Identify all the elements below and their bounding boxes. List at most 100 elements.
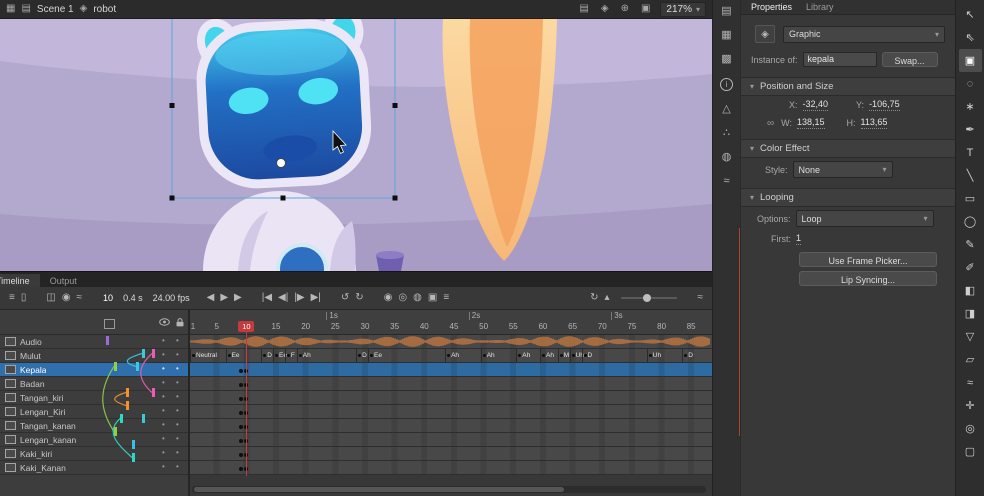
lock-icon[interactable] <box>175 318 185 327</box>
play-icon[interactable]: ▶ <box>217 293 231 303</box>
app-grid-icon[interactable]: ▦ <box>6 4 15 14</box>
frames-Tangan_kiri[interactable] <box>190 391 712 405</box>
insert-frame-icon[interactable]: ◫ <box>43 293 58 303</box>
rectangle-tool[interactable]: ▭ <box>959 187 982 210</box>
frames-Kepala[interactable] <box>190 363 712 377</box>
layer-Badan[interactable]: Badan • • <box>0 377 188 391</box>
text-tool[interactable]: T <box>959 141 982 164</box>
loop-range-icon[interactable]: ↻ <box>352 293 366 303</box>
lasso-tool[interactable]: ◌ <box>959 72 982 95</box>
selection-tool[interactable]: ↖ <box>959 3 982 26</box>
layer-visibility-dot[interactable]: • <box>162 392 165 401</box>
go-first-frame-icon[interactable]: |◀ <box>259 293 275 303</box>
layer-lock-dot[interactable]: • <box>176 336 179 345</box>
layer-lock-dot[interactable]: • <box>176 434 179 443</box>
frames-Kaki_Kanan[interactable] <box>190 461 712 475</box>
pen-tool[interactable]: ✒ <box>959 118 982 141</box>
layer-visibility-dot[interactable]: • <box>162 462 165 471</box>
mouth-pose-Ee[interactable]: Ee <box>226 349 240 362</box>
frames-Lengan_kanan[interactable] <box>190 433 712 447</box>
timeline-menu-icon[interactable]: ≡ <box>6 293 18 303</box>
info-panel-icon[interactable]: i <box>720 78 733 91</box>
fit-timeline-icon[interactable]: ≈ <box>695 293 707 303</box>
symbol-behavior-select[interactable]: Graphic ▾ <box>783 26 945 43</box>
onion-skin-toggle-icon[interactable]: ◉ <box>381 293 396 303</box>
layer-visibility-dot[interactable]: • <box>162 420 165 429</box>
mouth-pose-D[interactable]: D <box>582 349 593 362</box>
use-frame-picker-button[interactable]: Use Frame Picker... <box>799 252 937 267</box>
oval-tool[interactable]: ◯ <box>959 210 982 233</box>
timeline-horizontal-scrollbar[interactable] <box>192 486 706 493</box>
layer-Lengan_Kiri[interactable]: Lengan_Kiri • • <box>0 405 188 419</box>
breadcrumb-symbol[interactable]: robot <box>93 4 116 15</box>
eye-icon[interactable] <box>159 318 170 326</box>
mouth-pose-D[interactable]: D <box>356 349 367 362</box>
layer-visibility-dot[interactable]: • <box>162 336 165 345</box>
current-frame[interactable]: 10 <box>103 293 113 303</box>
ink-bottle-tool[interactable]: ◨ <box>959 302 982 325</box>
breadcrumb-scene[interactable]: Scene 1 <box>37 4 74 15</box>
edit-multiple-frames-icon[interactable]: ◍ <box>410 293 425 303</box>
layer-lock-dot[interactable]: • <box>176 392 179 401</box>
frame-view-icon[interactable]: ▣ <box>425 293 440 303</box>
mouth-pose-F[interactable]: F <box>285 349 295 362</box>
h-value[interactable]: 113,65 <box>861 117 888 129</box>
section-looping[interactable]: ▾ Looping <box>741 188 955 207</box>
brush-tool[interactable]: ✐ <box>959 256 982 279</box>
layer-lock-dot[interactable]: • <box>176 378 179 387</box>
frame-ruler[interactable]: 1s2s3s 151015202530354045505560657075808… <box>190 310 712 335</box>
keyframe[interactable] <box>239 467 243 471</box>
edit-scene-icon[interactable]: ▤ <box>579 4 588 14</box>
layer-lock-dot[interactable]: • <box>176 462 179 471</box>
mouth-pose-Ah[interactable]: Ah <box>516 349 530 362</box>
delete-layer-icon[interactable]: ▯ <box>18 293 30 303</box>
collapse-icon[interactable]: ▴ <box>601 293 612 303</box>
mouth-pose-Ee[interactable]: Ee <box>368 349 382 362</box>
hand-tool[interactable]: ✛ <box>959 394 982 417</box>
stats-panel-icon[interactable]: ≈ <box>723 176 729 187</box>
prev-keyframe-icon[interactable]: ◀| <box>275 293 291 303</box>
layer-lock-dot[interactable]: • <box>176 350 179 359</box>
layer-lock-dot[interactable]: • <box>176 364 179 373</box>
section-position-size[interactable]: ▾ Position and Size <box>741 77 955 96</box>
keyframe[interactable] <box>239 383 243 387</box>
layer-visibility-dot[interactable]: • <box>162 378 165 387</box>
mouth-pose-D[interactable]: D <box>261 349 272 362</box>
panel-divider[interactable] <box>739 228 740 436</box>
tab-properties[interactable]: Properties <box>751 2 792 12</box>
keyframe[interactable] <box>239 425 243 429</box>
loop-icon[interactable]: ↺ <box>338 293 352 303</box>
x-value[interactable]: -32,40 <box>803 99 829 111</box>
keyframe[interactable] <box>239 397 243 401</box>
layer-Tangan_kanan[interactable]: Tangan_kanan • • <box>0 419 188 433</box>
center-stage-icon[interactable]: ⊕ <box>621 4 629 14</box>
mouth-pose-M[interactable]: M <box>558 349 569 362</box>
history-panel-icon[interactable]: ◍ <box>722 152 732 163</box>
step-back-icon[interactable]: ◀ <box>204 293 218 303</box>
mouth-pose-Ah[interactable]: Ah <box>445 349 459 362</box>
layer-Lengan_kanan[interactable]: Lengan_kanan • • <box>0 433 188 447</box>
y-value[interactable]: -106,75 <box>869 99 900 111</box>
mouth-pose-Ah[interactable]: Ah <box>481 349 495 362</box>
tab-timeline[interactable]: Timeline <box>0 274 40 287</box>
layer-Audio[interactable]: Audio • • <box>0 335 188 349</box>
layer-visibility-dot[interactable]: • <box>162 364 165 373</box>
eyedropper-tool[interactable]: ▽ <box>959 325 982 348</box>
stage-canvas[interactable] <box>0 19 712 271</box>
layer-visibility-dot[interactable]: • <box>162 434 165 443</box>
tab-output[interactable]: Output <box>40 274 87 287</box>
brush-library-panel-icon[interactable]: ∴ <box>723 128 730 139</box>
clip-content-icon[interactable]: ▣ <box>641 4 650 14</box>
section-color-effect[interactable]: ▾ Color Effect <box>741 139 955 158</box>
mouth-pose-Ah[interactable]: Ah <box>297 349 311 362</box>
color-panel-icon[interactable]: ▦ <box>721 30 731 41</box>
frames-Lengan_Kiri[interactable] <box>190 405 712 419</box>
graph-editor-icon[interactable]: ≈ <box>74 293 86 303</box>
keyframe[interactable] <box>239 411 243 415</box>
layer-Kaki_kiri[interactable]: Kaki_kiri • • <box>0 447 188 461</box>
keyframe[interactable] <box>239 439 243 443</box>
mouth-pose-Uh[interactable]: Uh <box>647 349 661 362</box>
loop-options-select[interactable]: Loop ▾ <box>796 210 934 227</box>
frames-Mulut[interactable]: NeutralEeDEeFAhDEeAhAhAhAhMUhDUhD <box>190 349 712 363</box>
subselection-tool[interactable]: ⇖ <box>959 26 982 49</box>
